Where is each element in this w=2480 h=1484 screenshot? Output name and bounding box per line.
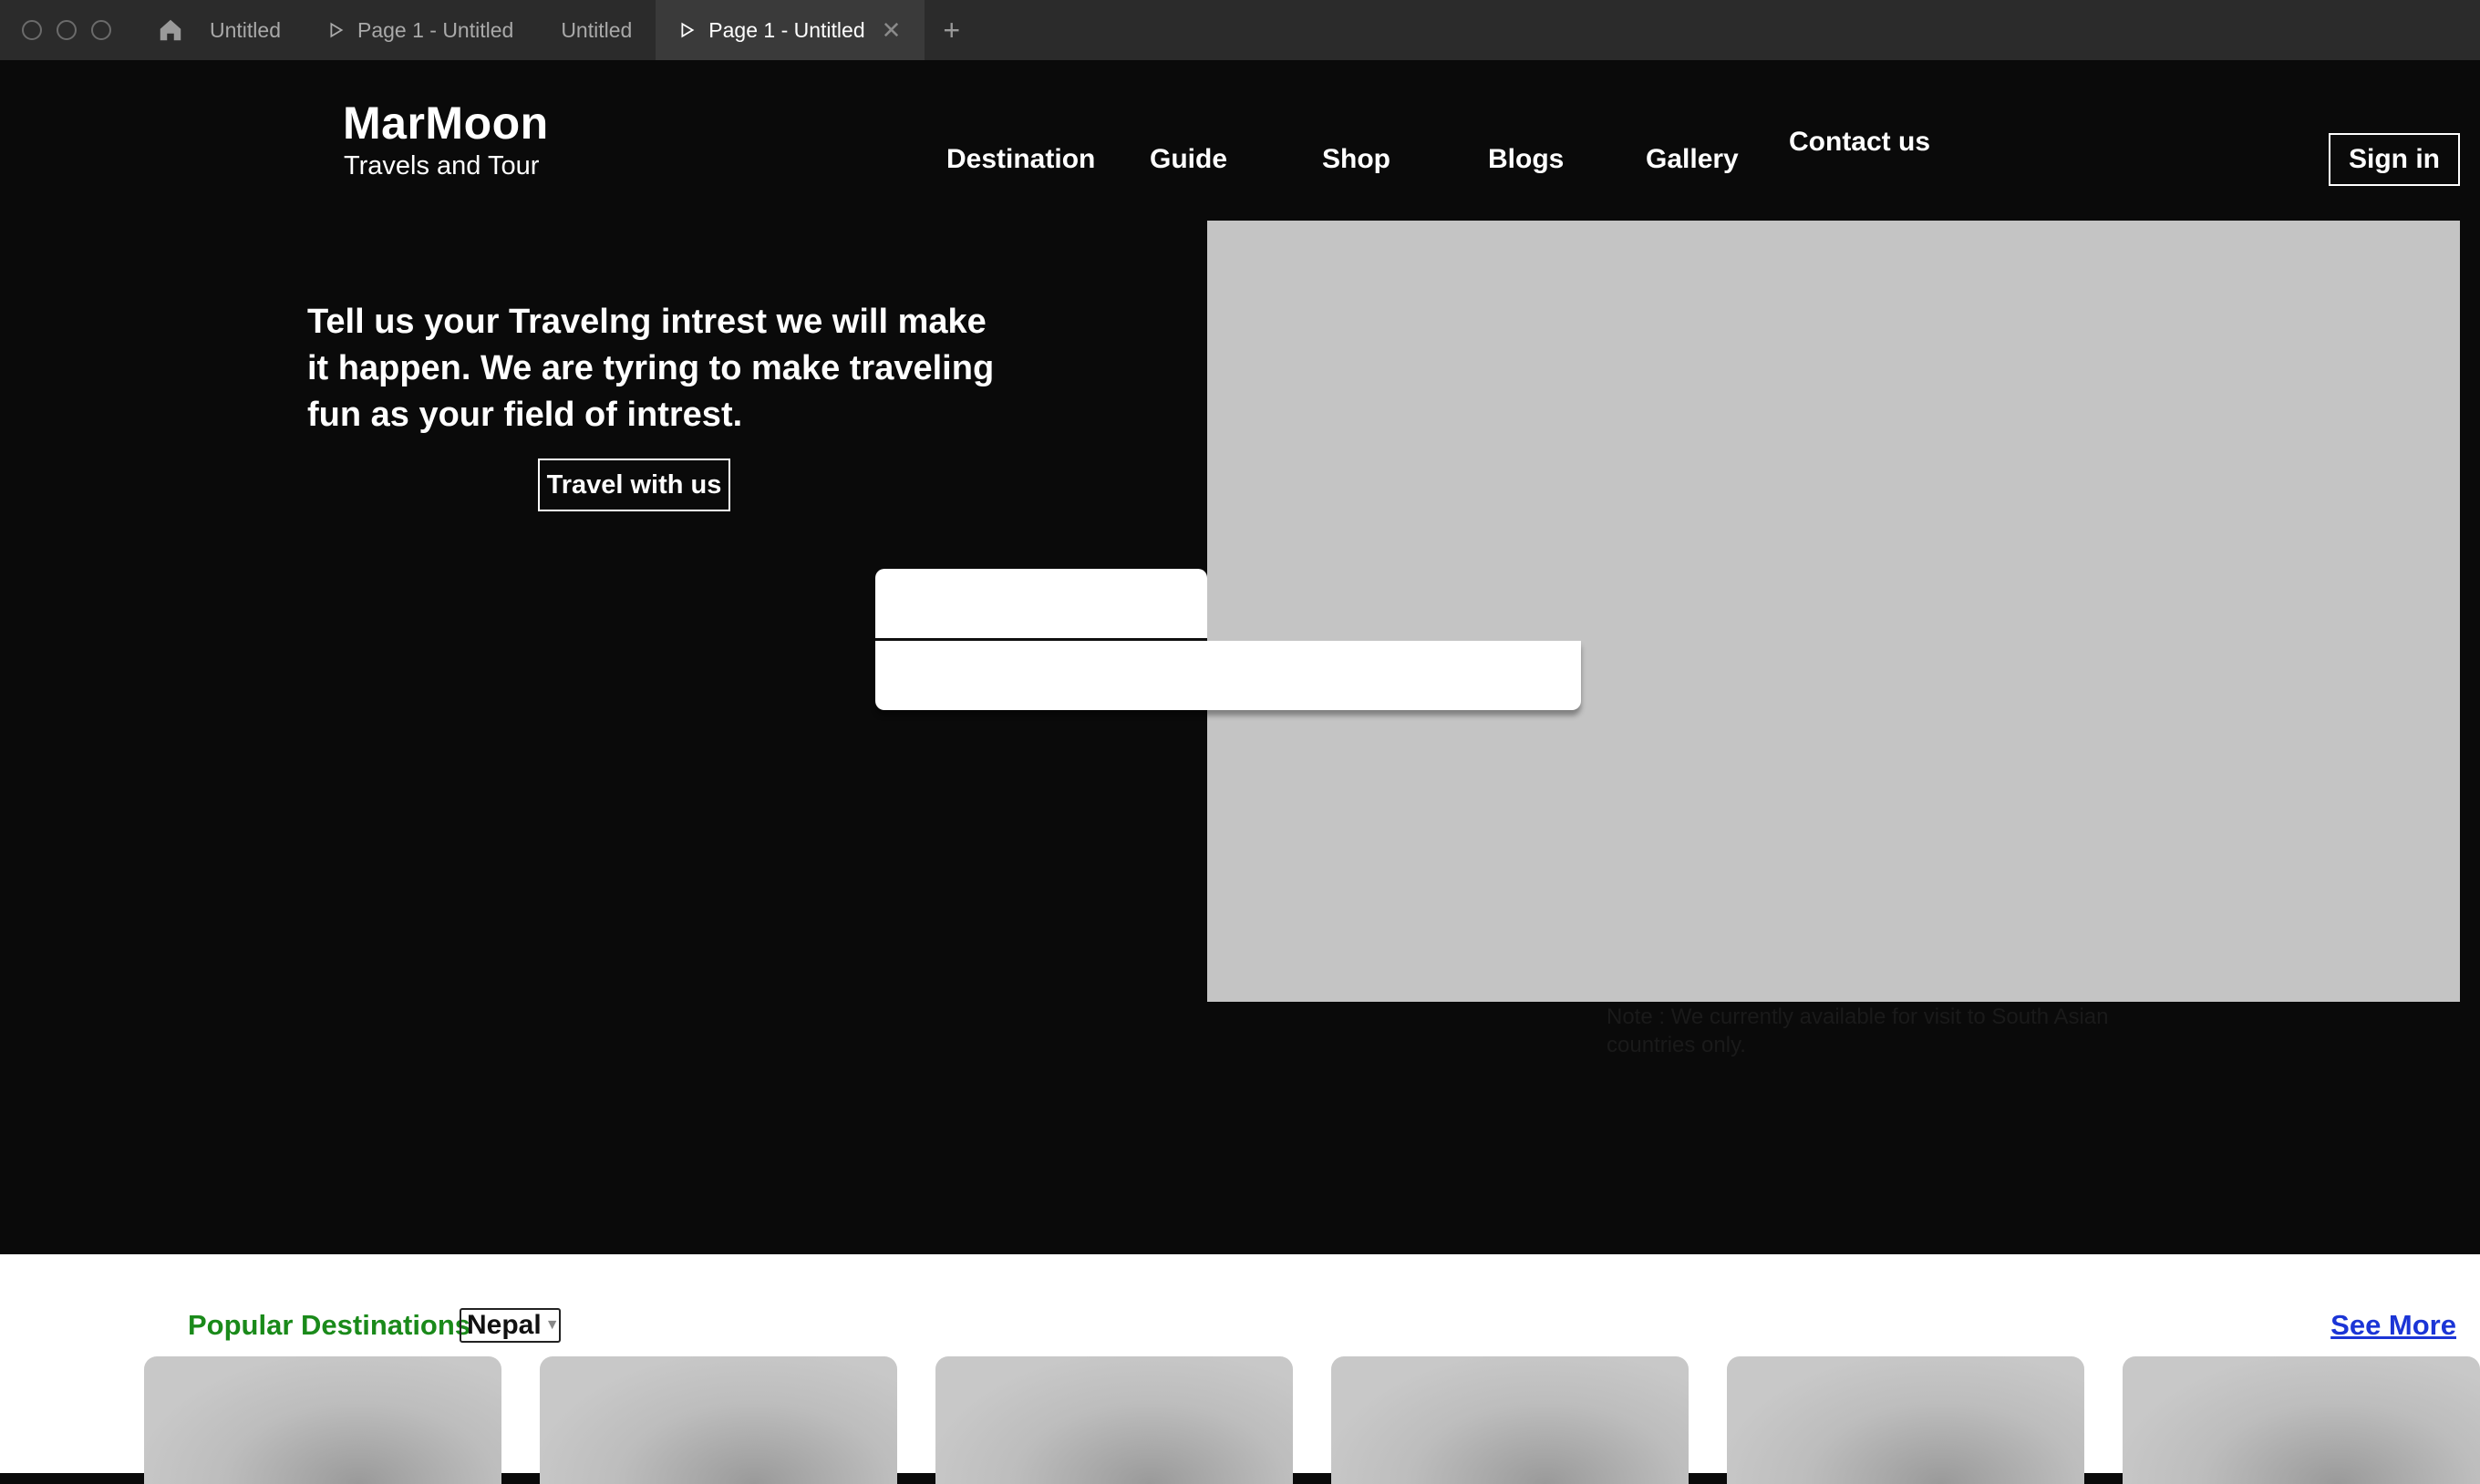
brand-subtitle: Travels and Tour: [344, 151, 540, 180]
home-icon[interactable]: [155, 15, 186, 46]
window-tab-bar: Untitled Page 1 - Untitled Untitled Page…: [0, 0, 2480, 60]
travel-with-us-button[interactable]: Travel with us: [538, 459, 730, 511]
chevron-down-icon: ▼: [544, 1317, 560, 1333]
tab-label: Untitled: [561, 17, 633, 42]
availability-note: Note : We currently available for visit …: [1607, 1005, 2109, 1057]
hero-section: MarMoon Travels and Tour Destination Gui…: [0, 60, 2480, 1254]
popular-destinations-section: Popular Destinations Nepal ▼ See More: [0, 1254, 2480, 1484]
nav-destination[interactable]: Destination: [946, 144, 1095, 175]
destination-card[interactable]: [935, 1356, 1293, 1484]
close-window-button[interactable]: [22, 20, 42, 40]
tab-page1-untitled-1[interactable]: Page 1 - Untitled: [305, 0, 537, 60]
brand-title[interactable]: MarMoon: [343, 97, 549, 149]
play-icon: [330, 22, 344, 38]
tab-untitled-2[interactable]: Untitled: [537, 0, 656, 60]
destination-card[interactable]: [2123, 1356, 2480, 1484]
tab-label: Page 1 - Untitled: [356, 17, 514, 42]
new-tab-button[interactable]: +: [925, 14, 978, 47]
nav-gallery[interactable]: Gallery: [1646, 144, 1739, 175]
minimize-window-button[interactable]: [57, 20, 77, 40]
maximize-window-button[interactable]: [91, 20, 111, 40]
nav-contact-us[interactable]: Contact us: [1789, 127, 1930, 158]
tab-label: Page 1 - Untitled: [708, 17, 865, 42]
search-input-top[interactable]: [875, 569, 1207, 640]
search-input-bottom[interactable]: [875, 641, 1581, 710]
tab-untitled-1[interactable]: Untitled: [186, 0, 305, 60]
nav-shop[interactable]: Shop: [1322, 144, 1390, 175]
hero-tagline: Tell us your Travelng intrest we will ma…: [307, 303, 995, 434]
destination-card[interactable]: [1727, 1356, 2084, 1484]
nav-blogs[interactable]: Blogs: [1488, 144, 1564, 175]
tab-label: Untitled: [210, 17, 281, 42]
window-controls: [22, 20, 111, 40]
play-icon: [681, 22, 695, 38]
close-tab-icon[interactable]: ✕: [882, 16, 902, 45]
popular-destinations-title: Popular Destinations: [188, 1309, 471, 1341]
country-select[interactable]: Nepal ▼: [460, 1308, 561, 1343]
destination-card[interactable]: [1331, 1356, 1689, 1484]
sign-in-button[interactable]: Sign in: [2329, 133, 2460, 186]
nav-guide[interactable]: Guide: [1150, 144, 1227, 175]
tab-page1-untitled-active[interactable]: Page 1 - Untitled ✕: [656, 0, 925, 60]
see-more-link[interactable]: See More: [2330, 1309, 2456, 1342]
destination-card[interactable]: [144, 1356, 501, 1484]
hero-image-placeholder: [1207, 221, 2460, 1002]
destination-card[interactable]: [540, 1356, 897, 1484]
country-select-value: Nepal: [467, 1310, 542, 1340]
